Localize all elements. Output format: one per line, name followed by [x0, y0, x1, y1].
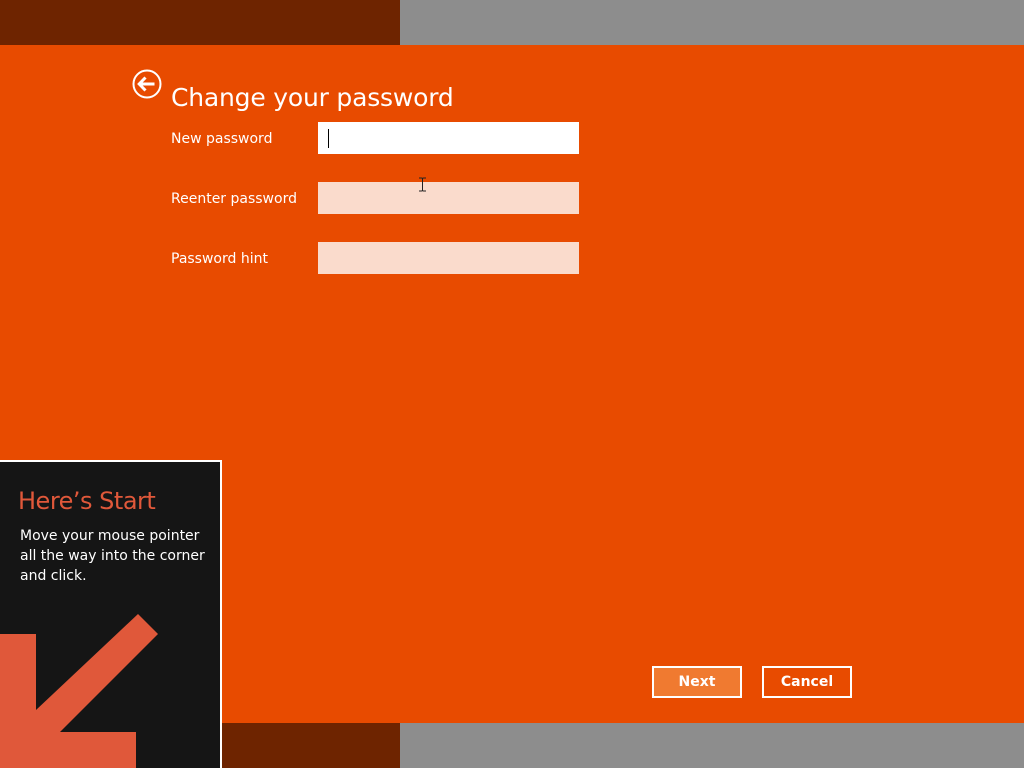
top-left-band: [0, 0, 400, 45]
bottom-right-band: [400, 723, 1024, 768]
password-hint-label: Password hint: [171, 251, 268, 267]
new-password-label: New password: [171, 131, 273, 147]
back-arrow-circle-icon: [132, 69, 162, 99]
page-title: Change your password: [171, 82, 454, 112]
cancel-button[interactable]: Cancel: [762, 666, 852, 698]
top-right-band: [400, 0, 1024, 45]
arrow-down-left-icon: [0, 614, 158, 768]
start-tip-title: Here’s Start: [18, 487, 156, 515]
screen: Change your password New password Reente…: [0, 0, 1024, 768]
reenter-password-input[interactable]: [318, 182, 579, 214]
new-password-input[interactable]: [318, 122, 579, 154]
back-button[interactable]: [132, 69, 162, 99]
reenter-password-label: Reenter password: [171, 191, 297, 207]
next-button[interactable]: Next: [652, 666, 742, 698]
password-hint-input[interactable]: [318, 242, 579, 274]
text-caret: [328, 129, 329, 148]
start-tip-body: Move your mouse pointer all the way into…: [20, 528, 205, 584]
ibeam-cursor-icon: [419, 177, 426, 192]
start-tip-panel: Here’s Start Move your mouse pointer all…: [0, 460, 222, 768]
